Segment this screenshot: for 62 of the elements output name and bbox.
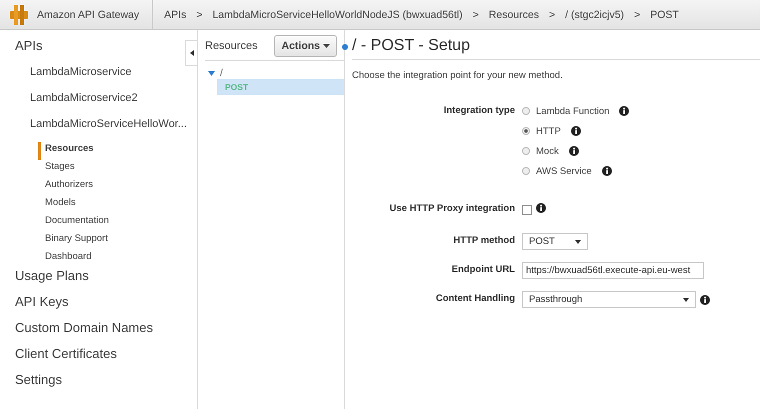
resource-path[interactable]: / [220,68,223,78]
breadcrumb-separator: > [634,8,640,20]
breadcrumb-link[interactable]: / (stgc2icjv5) [565,8,624,20]
sidebar-item[interactable]: Custom Domain Names [15,320,185,346]
field-label: Content Handling [434,292,516,306]
collapse-button[interactable] [185,40,197,66]
field-label: Use HTTP Proxy integration [388,202,516,216]
info-icon[interactable] [602,166,612,176]
sidebar-item[interactable]: APIs [15,38,185,64]
dropdown[interactable]: POST [522,233,588,250]
sidebar-item[interactable]: API Keys [15,294,185,320]
api-subitem[interactable]: Authorizers [38,178,185,196]
caret-icon [575,240,581,244]
dropdown[interactable]: Passthrough [522,291,696,308]
info-icon[interactable] [700,294,710,304]
api-item[interactable]: LambdaMicroservice [15,64,185,90]
api-item[interactable]: LambdaMicroServiceHelloWor... [15,116,185,142]
sidebar-item[interactable]: Usage Plans [15,268,185,294]
breadcrumb-link[interactable]: Resources [488,8,539,20]
breadcrumb-link[interactable]: LambdaMicroServiceHelloWorldNodeJS (bwxuad56tl) [212,8,463,20]
api-subitem[interactable]: Resources [38,142,185,160]
radio-label[interactable]: Mock [536,146,559,156]
panel-title: Resources [205,40,258,52]
url-input-field[interactable]: https://bwxuad56tl.execute-api.eu-west [522,262,704,279]
page-title: / - POST - Setup [352,37,760,60]
info-icon[interactable] [619,106,630,116]
radio-label[interactable]: Lambda Function [536,106,610,116]
caret-icon [683,298,689,302]
status-dot-icon [342,44,348,50]
api-subitem[interactable]: Documentation [38,214,185,232]
expand-caret-icon[interactable] [208,70,215,76]
breadcrumb-separator: > [196,8,202,20]
checkbox[interactable] [522,205,532,215]
api-item[interactable]: LambdaMicroservice2 [15,90,185,116]
api-subitem[interactable]: Stages [38,160,185,178]
radio-button[interactable] [522,127,530,135]
breadcrumb-separator: > [472,8,479,20]
sidebar-item[interactable]: Settings [15,372,185,398]
radio-label[interactable]: HTTP [536,126,561,136]
field-label: Integration type [442,104,516,118]
info-icon[interactable] [536,203,546,213]
sidebar-item[interactable]: Client Certificates [15,346,185,372]
logo-icon [10,4,28,24]
api-subitem[interactable]: Dashboard [38,250,185,268]
field-label: Endpoint URL [450,263,516,277]
api-subitem[interactable]: Models [38,196,185,214]
breadcrumb-separator: > [548,8,556,20]
caret-icon [190,50,194,56]
api-subitem[interactable]: Binary Support [38,232,185,250]
actions-button[interactable]: Actions [274,35,337,57]
radio-button[interactable] [522,107,530,115]
breadcrumb-link[interactable]: APIs [164,8,186,20]
info-icon[interactable] [570,126,581,136]
brand-name[interactable]: Amazon API Gateway [37,8,140,20]
breadcrumb-link[interactable]: POST [650,8,679,20]
field-label: HTTP method [452,234,516,248]
radio-label[interactable]: AWS Service [536,166,592,176]
info-icon[interactable] [568,146,579,156]
caret-icon [323,44,330,48]
radio-button[interactable] [522,167,530,175]
radio-button[interactable] [522,147,530,155]
intro-text: Choose the integration point for your new method. [352,70,564,81]
